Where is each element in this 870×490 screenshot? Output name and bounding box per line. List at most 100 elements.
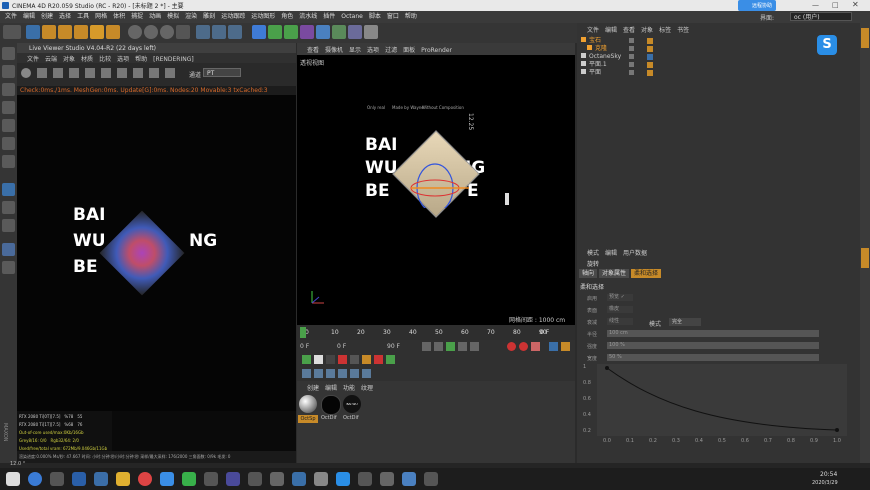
object-menu-item-1[interactable]: 编辑 (605, 25, 617, 34)
prev-key-button[interactable] (434, 342, 443, 351)
material-menu-item-1[interactable]: 编辑 (325, 383, 337, 392)
oct-icon-10[interactable] (314, 369, 323, 378)
attr-field-value[interactable]: 预览 ✓ (607, 294, 633, 301)
viewport-menu-item-1[interactable]: 摄像机 (325, 45, 343, 54)
attr-field-value[interactable]: 100 % (607, 342, 819, 349)
lv-menu-item-2[interactable]: 对象 (63, 54, 75, 63)
taskbar-app-5-icon[interactable] (204, 472, 218, 486)
stop-icon[interactable] (69, 68, 79, 78)
clay-icon[interactable] (149, 68, 159, 78)
photoshop-icon[interactable] (94, 472, 108, 486)
material-name-3[interactable]: OctDif (343, 415, 359, 421)
edges-mode-icon[interactable] (2, 137, 15, 150)
chrome-icon[interactable] (138, 472, 152, 486)
material-thumb-1[interactable] (299, 395, 317, 413)
menu-item-12[interactable]: 运动跟踪 (218, 11, 248, 23)
undo-button[interactable] (3, 25, 21, 39)
object-tag-icon[interactable] (647, 54, 653, 60)
object-visibility-icon[interactable] (629, 38, 634, 43)
mode-select[interactable]: 完全 (669, 318, 701, 326)
select-tool-button[interactable] (26, 25, 40, 39)
menu-item-14[interactable]: 角色 (278, 11, 296, 23)
object-menu-item-4[interactable]: 标签 (659, 25, 671, 34)
perspective-viewport[interactable]: 查看 摄像机 显示 选项 过滤 面板 ProRender 透视视图 Only real Ma… (297, 43, 575, 325)
object-visibility-icon[interactable] (629, 46, 634, 51)
oct-icon-6[interactable] (362, 355, 371, 364)
folder-icon[interactable] (116, 472, 130, 486)
taskbar-app-9-icon[interactable] (292, 472, 306, 486)
object-row[interactable]: 克隆 (581, 45, 841, 53)
play-button[interactable] (446, 342, 455, 351)
menu-item-16[interactable]: 插件 (320, 11, 338, 23)
object-row[interactable]: 平面.1 (581, 61, 841, 69)
maximize-button[interactable]: □ (832, 1, 839, 9)
wechat-icon[interactable] (182, 472, 196, 486)
taskbar-app-3-icon[interactable] (72, 472, 86, 486)
next-key-button[interactable] (458, 342, 467, 351)
viewport-menu-item-2[interactable]: 显示 (349, 45, 361, 54)
viewport-menu-item-3[interactable]: 选项 (367, 45, 379, 54)
taskbar-app-6-icon[interactable] (226, 472, 240, 486)
camera-button[interactable] (348, 25, 362, 39)
pick-icon[interactable] (133, 68, 143, 78)
polygons-mode-icon[interactable] (2, 155, 15, 168)
taskbar-app-1-icon[interactable] (28, 472, 42, 486)
material-menu-item-2[interactable]: 功能 (343, 383, 355, 392)
menu-item-7[interactable]: 捕捉 (128, 11, 146, 23)
points-mode-icon[interactable] (2, 119, 15, 132)
oct-icon-13[interactable] (350, 369, 359, 378)
taskbar-app-10-icon[interactable] (314, 472, 328, 486)
object-tag-icon[interactable] (647, 62, 653, 68)
taskbar-app-15-icon[interactable] (424, 472, 438, 486)
menu-item-5[interactable]: 网格 (92, 11, 110, 23)
axis-mode-icon[interactable] (2, 183, 15, 196)
object-tag-icon[interactable] (647, 70, 653, 76)
floor-button[interactable] (332, 25, 346, 39)
oct-icon-5[interactable] (350, 355, 359, 364)
viewport-menu-item-6[interactable]: ProRender (421, 47, 452, 54)
goto-start-button[interactable] (422, 342, 431, 351)
object-visibility-icon[interactable] (629, 70, 634, 75)
menu-item-19[interactable]: 窗口 (384, 11, 402, 23)
recent-tool-button[interactable] (90, 25, 104, 39)
cloner-button[interactable] (300, 25, 314, 39)
scale-tool-button[interactable] (58, 25, 72, 39)
object-menu-item-3[interactable]: 对象 (641, 25, 653, 34)
viewport-menu-item-0[interactable]: 查看 (307, 45, 319, 54)
object-row[interactable]: OctaneSky (581, 53, 841, 61)
render-start-icon[interactable] (21, 68, 31, 78)
attr-field-value[interactable]: 橡皮 (607, 306, 633, 313)
lv-menu-item-5[interactable]: 选项 (117, 54, 129, 63)
material-name-2[interactable]: OctDif (321, 415, 337, 421)
deformer-button[interactable] (316, 25, 330, 39)
material-menu-item-0[interactable]: 创建 (307, 383, 319, 392)
object-visibility-icon[interactable] (629, 54, 634, 59)
snap-icon[interactable] (2, 219, 15, 232)
x-axis-button[interactable] (128, 25, 142, 39)
oct-icon-2[interactable] (314, 355, 323, 364)
texture-mode-icon[interactable] (2, 83, 15, 96)
playbar-min[interactable]: 0 F (337, 343, 346, 350)
windows-start-icon[interactable] (6, 472, 20, 486)
layout-select[interactable]: oc (用户) (790, 12, 852, 21)
record-button[interactable] (507, 342, 516, 351)
object-tag-icon[interactable] (647, 46, 653, 52)
object-menu-item-2[interactable]: 查看 (623, 25, 635, 34)
menu-item-2[interactable]: 创建 (38, 11, 56, 23)
attr-field-value[interactable]: 50 % (607, 354, 819, 361)
save-icon[interactable] (101, 68, 111, 78)
timeline-ruler[interactable]: 0 10 20 30 40 50 60 70 80 90 0 F (297, 325, 575, 340)
lock-icon[interactable] (85, 68, 95, 78)
falloff-graph[interactable] (597, 364, 847, 436)
lv-menu-item-4[interactable]: 比较 (99, 54, 111, 63)
menu-item-3[interactable]: 选择 (56, 11, 74, 23)
lv-menu-item-6[interactable]: 帮助 (135, 54, 147, 63)
taskbar-app-12-icon[interactable] (358, 472, 372, 486)
recent-tool-2-button[interactable] (106, 25, 120, 39)
oct-icon-9[interactable] (302, 369, 311, 378)
taskbar-app-7-icon[interactable] (248, 472, 262, 486)
viewport-menu-item-5[interactable]: 面板 (403, 45, 415, 54)
pen-button[interactable] (268, 25, 282, 39)
keyframe-button[interactable] (531, 342, 540, 351)
lv-menu-item-3[interactable]: 材质 (81, 54, 93, 63)
